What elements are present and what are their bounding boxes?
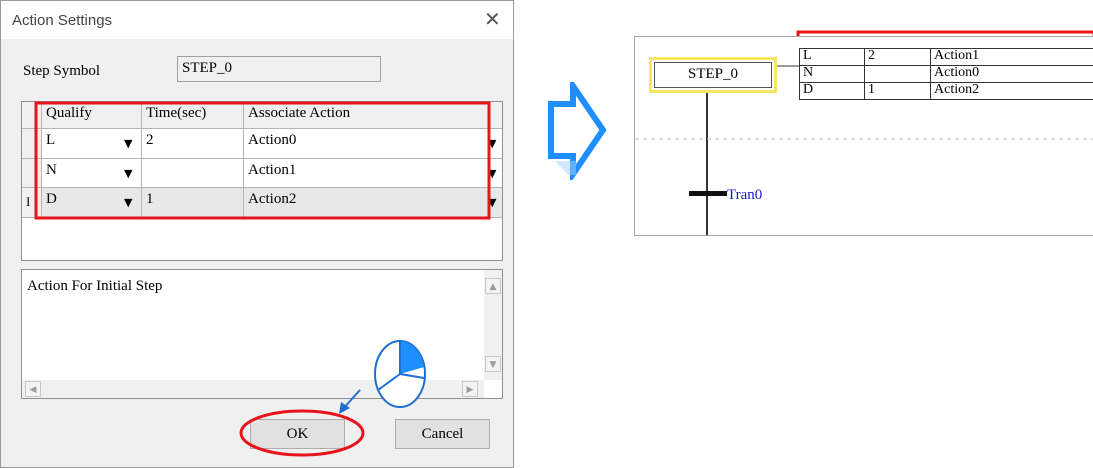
action-qualify: L [803, 48, 812, 63]
action-time [866, 65, 868, 82]
transition-bar [689, 191, 727, 196]
right-arrow-icon [548, 82, 607, 180]
transition-label[interactable]: Tran0 [727, 187, 762, 204]
action-time: 1 [868, 82, 875, 97]
sfc-diagram: STEP_0 L 2 Action1 N Action0 D 1 Action2… [634, 36, 1093, 236]
mouse-click-icon [339, 340, 426, 414]
action-qualify: D [803, 82, 814, 97]
action-qualify: N [803, 65, 814, 80]
diagram-lines [635, 48, 1093, 235]
action-name: Action1 [934, 48, 980, 63]
action-time: 2 [868, 48, 875, 63]
ok-highlight-ellipse [239, 409, 365, 457]
grid-highlight-box [34, 101, 491, 220]
action-name: Action2 [934, 82, 980, 97]
action-name: Action0 [934, 65, 980, 80]
